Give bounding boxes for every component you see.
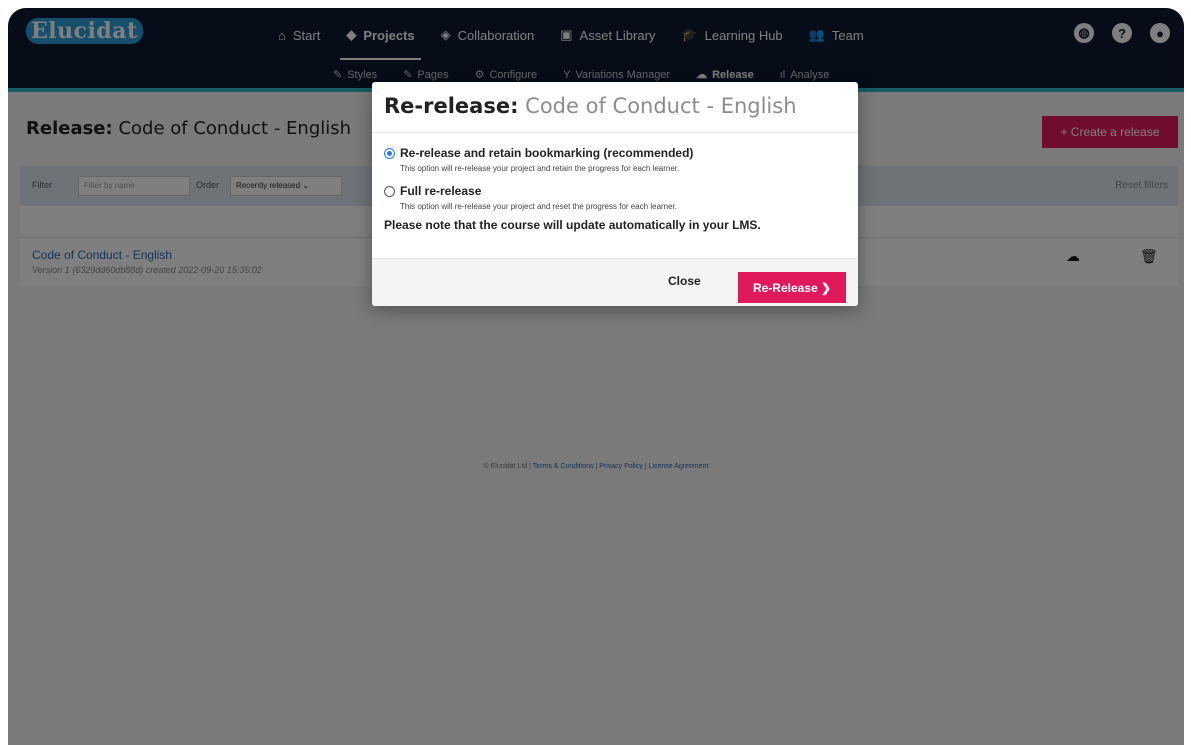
rerelease-button[interactable]: Re-Release ❯ [738,272,846,303]
modal-title: Re-release: Code of Conduct - English [384,94,797,118]
radio-retain-bookmarking[interactable] [384,148,395,159]
divider [372,132,858,133]
radio-full-rerelease[interactable] [384,186,395,197]
app-window: Elucidat ⌂Start ◆Projects ◈Collaboration… [8,8,1184,745]
modal-footer: Close Re-Release ❯ [372,258,858,306]
lms-note: Please note that the course will update … [384,218,761,232]
close-button[interactable]: Close [668,274,701,288]
rerelease-modal: Re-release: Code of Conduct - English Re… [372,82,858,306]
